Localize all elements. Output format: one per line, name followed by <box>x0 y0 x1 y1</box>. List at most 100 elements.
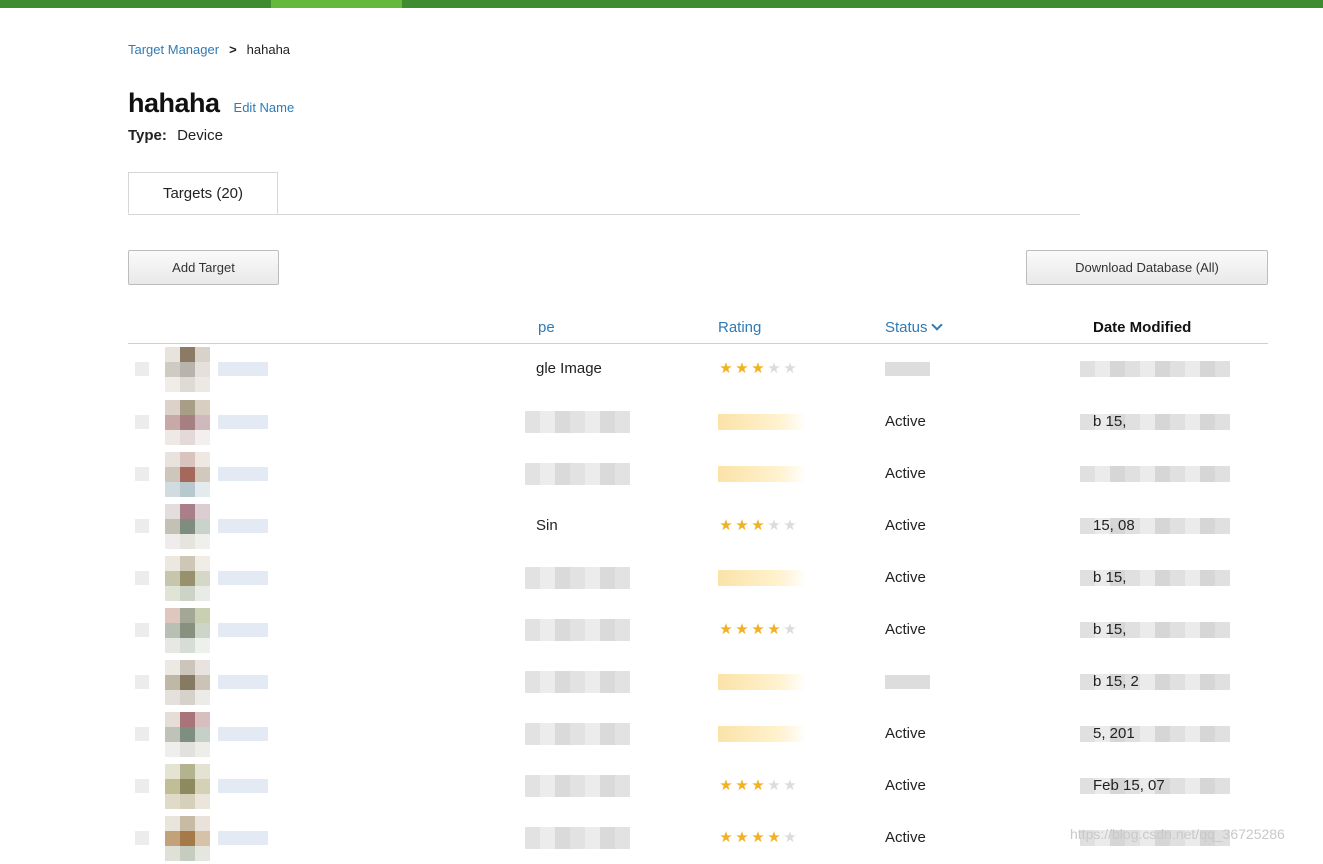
target-type-redacted <box>525 619 630 641</box>
target-type-redacted <box>525 723 630 745</box>
star-rating: ★ ★ ★ ★ ★ <box>718 361 798 377</box>
breadcrumb: Target Manager > hahaha <box>128 42 290 57</box>
star-empty-icon: ★ <box>767 777 781 794</box>
row-select-checkbox[interactable] <box>135 362 149 376</box>
top-brand-bar-highlight <box>271 0 402 8</box>
target-name-redacted[interactable] <box>218 675 268 689</box>
download-database-button[interactable]: Download Database (All) <box>1026 250 1268 285</box>
type-label: Type: <box>128 127 167 144</box>
column-header-rating[interactable]: Rating <box>718 319 761 336</box>
star-filled-icon: ★ <box>735 777 749 794</box>
table-row[interactable]: Active 5, 201 <box>128 708 1268 760</box>
target-thumbnail[interactable] <box>165 712 210 757</box>
breadcrumb-separator: > <box>229 42 237 57</box>
breadcrumb-target-manager-link[interactable]: Target Manager <box>128 42 219 57</box>
status-redacted <box>885 362 930 376</box>
table-row[interactable]: ★ ★ ★ ★ ★ Active b 15, <box>128 604 1268 656</box>
target-name-redacted[interactable] <box>218 727 268 741</box>
table-row[interactable]: gle Image ★ ★ ★ ★ ★ <box>128 343 1268 395</box>
row-select-checkbox[interactable] <box>135 467 149 481</box>
tab-targets[interactable]: Targets (20) <box>128 172 278 214</box>
table-header: pe Rating Status Date Modified <box>128 312 1268 344</box>
add-target-button[interactable]: Add Target <box>128 250 279 285</box>
star-filled-icon: ★ <box>719 360 733 377</box>
status-text: Active <box>885 569 926 586</box>
target-name-redacted[interactable] <box>218 519 268 533</box>
row-select-checkbox[interactable] <box>135 831 149 845</box>
star-filled-icon: ★ <box>735 360 749 377</box>
star-rating: ★ ★ ★ ★ ★ <box>718 830 798 846</box>
star-filled-icon: ★ <box>719 621 733 638</box>
table-row[interactable]: Active <box>128 448 1268 500</box>
star-filled-icon: ★ <box>719 829 733 846</box>
table-row[interactable]: Active b 15, <box>128 396 1268 448</box>
row-select-checkbox[interactable] <box>135 415 149 429</box>
star-filled-icon: ★ <box>751 777 765 794</box>
target-name-redacted[interactable] <box>218 467 268 481</box>
row-select-checkbox[interactable] <box>135 571 149 585</box>
target-type-redacted <box>525 411 630 433</box>
table-row[interactable]: b 15, 2 <box>128 656 1268 708</box>
title-row: hahaha Edit Name <box>128 88 294 119</box>
target-name-redacted[interactable] <box>218 623 268 637</box>
target-thumbnail[interactable] <box>165 764 210 809</box>
star-rating-redacted <box>718 414 806 430</box>
target-name-redacted[interactable] <box>218 362 268 376</box>
tab-bar-divider <box>128 214 1080 215</box>
target-name-redacted[interactable] <box>218 831 268 845</box>
date-modified: Feb 15, 07 <box>1093 777 1165 794</box>
column-header-status[interactable]: Status <box>885 319 943 336</box>
star-empty-icon: ★ <box>783 360 797 377</box>
status-text: Active <box>885 621 926 638</box>
top-brand-bar <box>0 0 1323 8</box>
target-thumbnail[interactable] <box>165 400 210 445</box>
star-filled-icon: ★ <box>719 777 733 794</box>
target-type-redacted <box>525 567 630 589</box>
table-row[interactable]: ★ ★ ★ ★ ★ Active Feb 15, 07 <box>128 760 1268 812</box>
star-filled-icon: ★ <box>767 621 781 638</box>
row-select-checkbox[interactable] <box>135 675 149 689</box>
breadcrumb-current: hahaha <box>246 42 291 57</box>
star-filled-icon: ★ <box>751 829 765 846</box>
target-thumbnail[interactable] <box>165 660 210 705</box>
row-select-checkbox[interactable] <box>135 727 149 741</box>
date-modified: b 15, <box>1093 569 1127 586</box>
target-name-redacted[interactable] <box>218 779 268 793</box>
status-text: Active <box>885 777 926 794</box>
row-select-checkbox[interactable] <box>135 779 149 793</box>
star-rating: ★ ★ ★ ★ ★ <box>718 622 798 638</box>
star-empty-icon: ★ <box>783 777 797 794</box>
row-select-checkbox[interactable] <box>135 623 149 637</box>
target-thumbnail[interactable] <box>165 816 210 861</box>
target-thumbnail[interactable] <box>165 347 210 392</box>
target-thumbnail[interactable] <box>165 556 210 601</box>
row-select-checkbox[interactable] <box>135 519 149 533</box>
target-thumbnail[interactable] <box>165 504 210 549</box>
star-filled-icon: ★ <box>719 517 733 534</box>
type-row: Type: Device <box>128 127 223 144</box>
star-filled-icon: ★ <box>735 517 749 534</box>
status-text: Active <box>885 413 926 430</box>
star-filled-icon: ★ <box>735 621 749 638</box>
table-row[interactable]: Sin ★ ★ ★ ★ ★ Active 15, 08 <box>128 500 1268 552</box>
target-name-redacted[interactable] <box>218 571 268 585</box>
status-text: Active <box>885 829 926 846</box>
edit-name-link[interactable]: Edit Name <box>234 100 295 115</box>
target-type-redacted <box>525 775 630 797</box>
star-empty-icon: ★ <box>783 517 797 534</box>
target-type-redacted <box>525 463 630 485</box>
target-thumbnail[interactable] <box>165 452 210 497</box>
column-header-date-modified[interactable]: Date Modified <box>1093 319 1191 336</box>
date-modified: b 15, 2 <box>1093 673 1139 690</box>
star-empty-icon: ★ <box>767 517 781 534</box>
target-thumbnail[interactable] <box>165 608 210 653</box>
target-name-redacted[interactable] <box>218 415 268 429</box>
target-type: Sin <box>536 517 558 534</box>
column-header-status-label: Status <box>885 319 928 336</box>
column-header-type[interactable]: pe <box>538 319 555 336</box>
table-row[interactable]: Active b 15, <box>128 552 1268 604</box>
date-redacted <box>1080 466 1230 482</box>
status-text: Active <box>885 725 926 742</box>
star-filled-icon: ★ <box>735 829 749 846</box>
star-empty-icon: ★ <box>783 829 797 846</box>
